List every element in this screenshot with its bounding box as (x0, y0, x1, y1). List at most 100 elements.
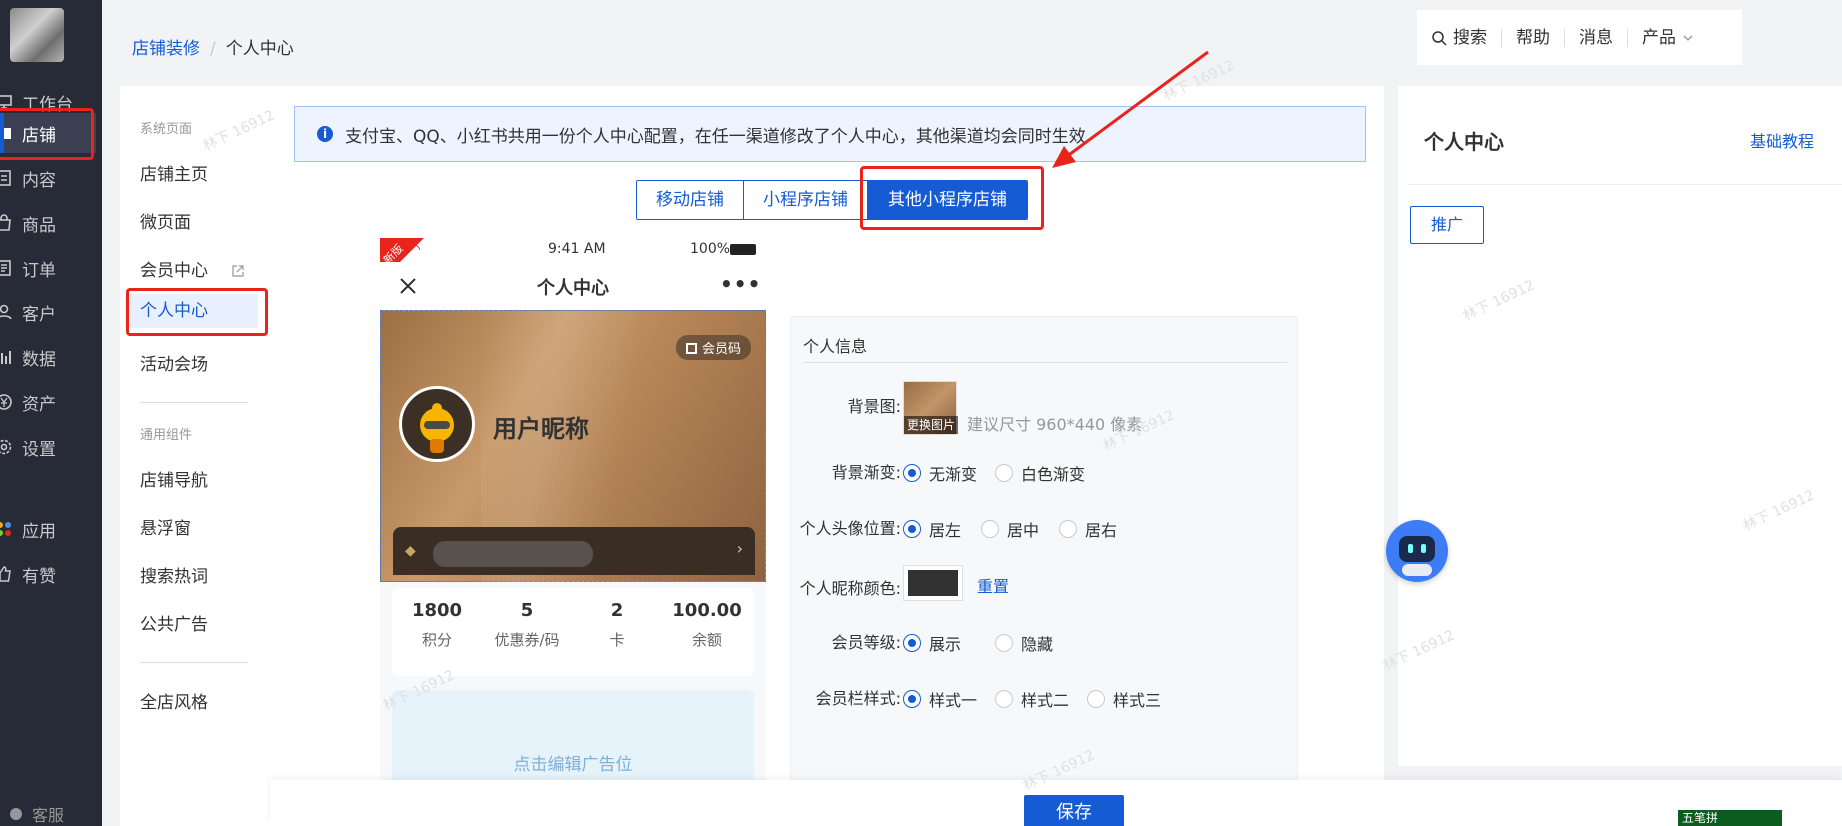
subnav-item-label: 会员中心 (140, 261, 208, 281)
promote-button[interactable]: 推广 (1410, 206, 1484, 244)
stat-value: 5 (520, 600, 534, 621)
product-dropdown[interactable]: 产品 (1628, 29, 1708, 47)
tutorial-link[interactable]: 基础教程 (1750, 128, 1814, 152)
diamond-icon: ◆ (405, 543, 416, 559)
top-bar: 店铺装修 / 个人中心 搜索 帮助 消息 产品 (102, 0, 1842, 78)
subnav-item-store-nav[interactable]: 店铺导航 (140, 466, 208, 491)
bag-icon (0, 213, 14, 233)
stat-label: 卡 (609, 631, 625, 649)
decor-subnav: 系统页面 店铺主页 微页面 会员中心 个人中心 活动会场 通用组件 店铺导航 悬… (120, 86, 270, 826)
stat-cards[interactable]: 2 卡 (572, 600, 662, 650)
tab-miniprogram-store[interactable]: 小程序店铺 (744, 181, 868, 219)
headset-icon (10, 808, 22, 820)
tab-mobile-store[interactable]: 移动店铺 (637, 181, 744, 219)
assistant-robot-icon[interactable] (1386, 520, 1448, 582)
change-image-button[interactable]: 更换图片 (904, 416, 958, 434)
subnav-item-store-style[interactable]: 全店风格 (140, 688, 208, 713)
sidebar-item-settings[interactable]: 设置 (0, 427, 96, 467)
stat-points[interactable]: 1800 积分 (392, 600, 482, 650)
profile-cover[interactable]: 会员码 用户昵称 ◆ › (380, 310, 766, 583)
help-link[interactable]: 帮助 (1502, 27, 1565, 48)
chevron-down-icon (1683, 35, 1693, 41)
member-stats: 1800 积分 5 优惠券/码 2 卡 100.00 余额 (392, 588, 754, 676)
stat-coupons[interactable]: 5 优惠券/码 (482, 600, 572, 650)
member-level-bar[interactable]: ◆ › (393, 527, 755, 575)
bg-size-hint: 建议尺寸 960*440 像素 (967, 415, 1143, 434)
save-button[interactable]: 保存 (1024, 795, 1124, 826)
subnav-item-home[interactable]: 店铺主页 (140, 160, 208, 185)
more-icon[interactable]: ••• (720, 272, 761, 296)
save-footer: 保存 (270, 780, 1842, 826)
avatar[interactable] (399, 386, 475, 462)
highlight-box-personal-center (126, 288, 268, 336)
breadcrumb-parent-link[interactable]: 店铺装修 (132, 39, 200, 59)
search-button[interactable]: 搜索 (1417, 28, 1502, 47)
field-label: 背景图: (847, 397, 901, 416)
sidebar-item-content[interactable]: 内容 (0, 158, 96, 198)
subnav-item-micropage[interactable]: 微页面 (140, 208, 191, 233)
radio-avatar-center[interactable]: 居中 (981, 517, 1039, 541)
sidebar-item-apps[interactable]: 应用 (0, 509, 96, 549)
nickname-color-row: 个人昵称颜色: 重置 (791, 565, 1299, 601)
highlight-box-tab (860, 166, 1044, 230)
radio-level-hide[interactable]: 隐藏 (995, 631, 1053, 655)
stat-label: 余额 (691, 631, 722, 649)
sidebar-item-assets[interactable]: 资产 (0, 382, 96, 422)
gradient-row: 背景渐变: 无渐变 白色渐变 (791, 455, 1299, 485)
field-label: 个人昵称颜色: (799, 579, 901, 598)
subnav-item-activity[interactable]: 活动会场 (140, 350, 208, 375)
subnav-item-hot-search[interactable]: 搜索热词 (140, 562, 208, 587)
status-time: 9:41 AM (548, 241, 606, 257)
sidebar-item-label: 资产 (22, 394, 56, 415)
yen-icon (0, 392, 14, 412)
phone-status-bar: ◠ 9:41 AM 100% (380, 238, 766, 262)
subnav-item-public-ad[interactable]: 公共广告 (140, 610, 208, 635)
member-code-button[interactable]: 会员码 (675, 335, 751, 360)
bg-image-thumbnail[interactable]: 更换图片 (903, 381, 958, 435)
stat-label: 优惠券/码 (494, 631, 560, 649)
nickname-color-picker[interactable] (903, 565, 963, 601)
radio-level-show[interactable]: 展示 (903, 631, 961, 655)
help-label: 帮助 (1516, 27, 1550, 48)
phone-preview: ◠ 9:41 AM 100% 新版 个人中心 ••• 会员码 用户昵称 ◆ › … (380, 238, 766, 826)
radio-white-gradient[interactable]: 白色渐变 (995, 461, 1085, 485)
field-label: 背景渐变: (831, 463, 901, 482)
sidebar-item-orders[interactable]: 订单 (0, 248, 96, 288)
breadcrumb-current: 个人中心 (225, 39, 294, 59)
messages-link[interactable]: 消息 (1565, 28, 1628, 47)
top-tools: 搜索 帮助 消息 产品 (1417, 10, 1742, 65)
subnav-item-member-center[interactable]: 会员中心 (140, 256, 245, 281)
sidebar-item-goods[interactable]: 商品 (0, 203, 96, 243)
sidebar-item-customers[interactable]: 客户 (0, 292, 96, 332)
shop-logo[interactable] (10, 8, 64, 62)
radio-avatar-right[interactable]: 居右 (1059, 517, 1117, 541)
radio-style-two[interactable]: 样式二 (995, 687, 1069, 711)
radio-style-one[interactable]: 样式一 (903, 687, 977, 711)
sidebar-item-data[interactable]: 数据 (0, 337, 96, 377)
sidebar-item-label: 客户 (22, 304, 56, 325)
gear-icon (0, 437, 14, 457)
stat-balance[interactable]: 100.00 余额 (662, 600, 752, 650)
product-label: 产品 (1642, 27, 1676, 48)
chevron-right-icon: › (736, 539, 743, 558)
reset-color-link[interactable]: 重置 (977, 573, 1009, 597)
subnav-item-floating[interactable]: 悬浮窗 (140, 514, 191, 539)
sidebar-item-label: 商品 (22, 215, 56, 236)
radio-no-gradient[interactable]: 无渐变 (903, 461, 977, 485)
breadcrumb: 店铺装修 / 个人中心 (132, 39, 294, 59)
member-level-row: 会员等级: 展示 隐藏 (791, 625, 1299, 655)
sidebar-item-label: 订单 (22, 260, 56, 281)
stat-value: 100.00 (672, 600, 742, 621)
order-icon (0, 258, 14, 278)
user-icon (0, 302, 14, 322)
info-notice: i 支付宝、QQ、小红书共用一份个人中心配置，在任一渠道修改了个人中心，其他渠道… (294, 106, 1366, 162)
phone-title: 个人中心 (537, 278, 609, 299)
radio-avatar-left[interactable]: 居左 (903, 517, 961, 541)
content-icon (0, 168, 14, 188)
radio-style-three[interactable]: 样式三 (1087, 687, 1161, 711)
external-link-icon (232, 265, 245, 277)
status-battery: 100% (690, 241, 731, 257)
sidebar-item-label: 有赞 (22, 566, 56, 587)
sidebar-item-youzan[interactable]: 有赞 (0, 554, 96, 594)
customer-service[interactable]: 客服 (10, 802, 64, 826)
